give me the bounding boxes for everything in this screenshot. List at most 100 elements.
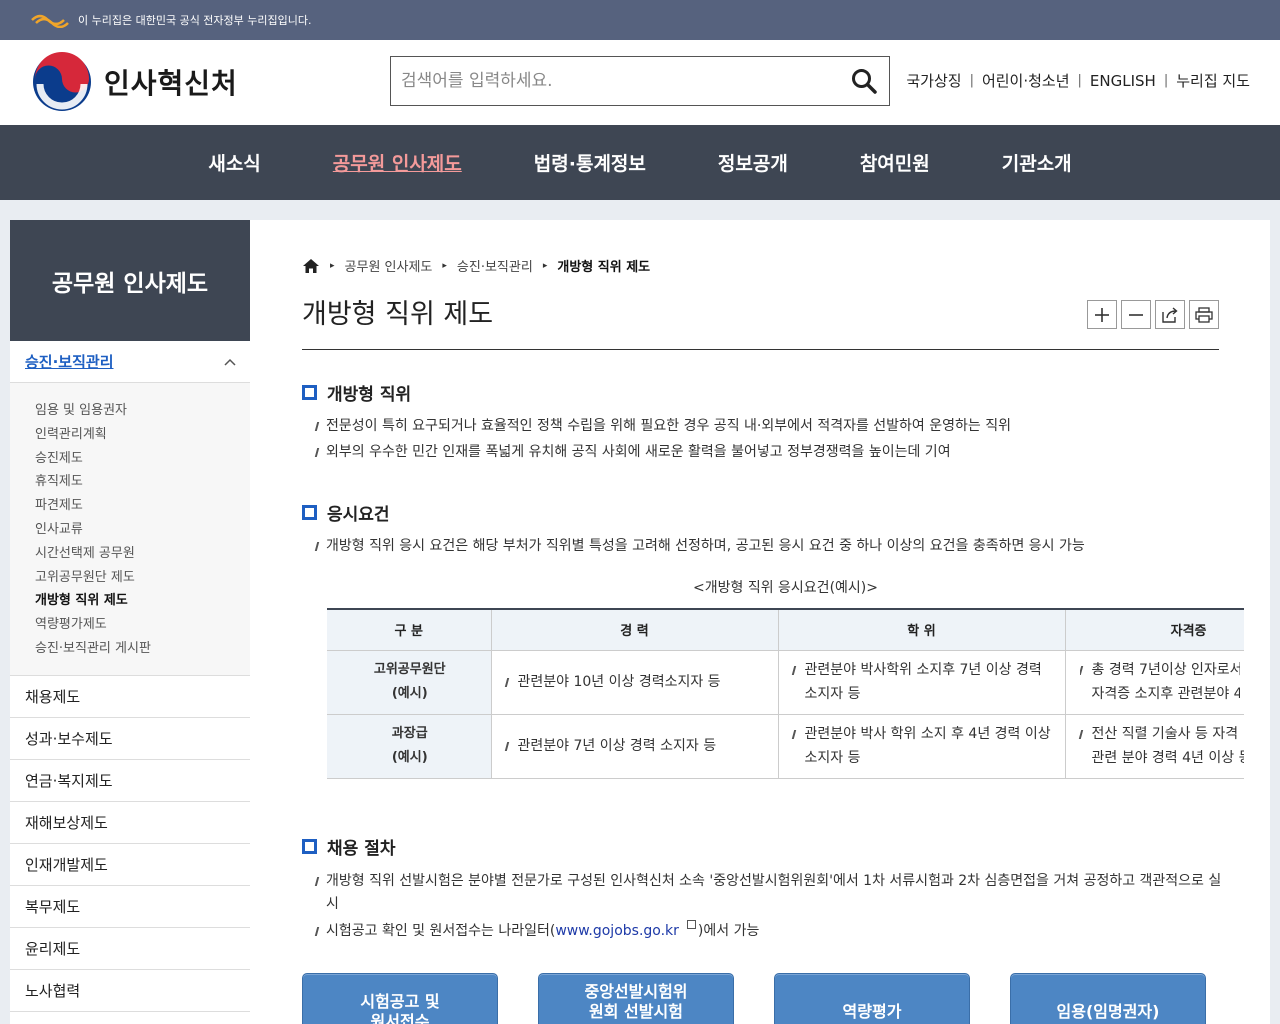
home-icon[interactable] — [302, 258, 320, 274]
table-cell: 관련분야 박사 학위 소지 후 4년 경력 이상 소지자 등 — [778, 714, 1066, 779]
side-nav-item[interactable]: 윤리제도 — [10, 928, 250, 970]
table-row: 고위공무원단 (예시) 관련분야 10년 이상 경력소지자 등 관련분야 박사학위… — [327, 650, 1244, 715]
printer-icon — [1195, 306, 1213, 323]
paragraph: 외부의 우수한 민간 인재를 폭넓게 유치해 공직 사회에 새로운 활력을 불어… — [316, 441, 1226, 464]
divider: | — [1077, 73, 1082, 88]
submenu-item[interactable]: 휴직제도 — [35, 470, 250, 494]
requirements-table-wrapper[interactable]: 구 분 경 력 학 위 자격증 고위공무원단 (예시) 관련분야 10년 이상 경… — [327, 608, 1244, 780]
square-bullet-icon — [302, 839, 317, 854]
util-link-kids[interactable]: 어린이·청소년 — [982, 70, 1070, 91]
nav-law-stats[interactable]: 법령·통계정보 — [534, 149, 646, 176]
process-step: 중앙선발시험위원회 선발시험 — [538, 973, 734, 1024]
utility-links: 국가상징 | 어린이·청소년 | ENGLISH | 누리집 지도 — [906, 70, 1250, 91]
util-link-symbols[interactable]: 국가상징 — [906, 70, 961, 91]
paragraph: 시험공고 확인 및 원서접수는 나라일터(www.gojobs.go.kr )에서… — [316, 920, 1226, 943]
search-button[interactable] — [839, 57, 889, 105]
cell-text: 관련분야 10년 이상 경력소지자 등 — [506, 670, 766, 694]
search-input[interactable] — [391, 71, 839, 91]
main-content: ▸ 공무원 인사제도 ▸ 승진·보직관리 ▸ 개방형 직위 제도 개방형 직위 … — [250, 220, 1270, 1024]
side-nav: 공무원 인사제도 승진·보직관리 임용 및 임용권자 인력관리계획 승진제도 휴… — [10, 220, 250, 1024]
side-nav-item[interactable]: 연금·복지제도 — [10, 760, 250, 802]
cell-text: 전산 직렬 기술사 등 자격 관련 분야 경력 4년 이상 등 — [1080, 722, 1245, 770]
submenu-item[interactable]: 승진·보직관리 게시판 — [35, 637, 250, 661]
divider: | — [1163, 73, 1169, 88]
side-nav-item[interactable]: 채용제도 — [10, 676, 250, 718]
section-heading: 응시요건 — [302, 500, 390, 525]
breadcrumb-item[interactable]: 공무원 인사제도 — [345, 256, 433, 275]
section-heading: 채용 절차 — [302, 834, 395, 859]
taegeuk-icon — [33, 52, 91, 111]
process-steps: 시험공고 및 원서접수 중앙선발시험위원회 선발시험 역량평가 임용(임명권자) — [302, 973, 1206, 1024]
page-tools — [1083, 300, 1219, 329]
nav-news[interactable]: 새소식 — [208, 149, 260, 176]
header: 인사혁신처 국가상징 | 어린이·청소년 | ENGLISH | 누리집 지도 — [0, 40, 1280, 125]
section-heading-text: 채용 절차 — [327, 839, 396, 859]
breadcrumb-item[interactable]: 승진·보직관리 — [457, 256, 533, 275]
submenu-item[interactable]: 승진제도 — [35, 447, 250, 471]
row-label-note: (예시) — [391, 686, 428, 701]
row-label-text: 과장급 — [391, 726, 428, 741]
table-cell: 관련분야 10년 이상 경력소지자 등 — [491, 650, 779, 715]
side-nav-title: 공무원 인사제도 — [10, 220, 250, 341]
paragraph: 전문성이 특히 요구되거나 효율적인 정책 수립을 위해 필요한 경우 공직 내… — [316, 415, 1226, 438]
table-header: 학 위 — [778, 609, 1066, 651]
korea-flag-icon — [30, 12, 70, 28]
process-step: 역량평가 — [774, 973, 970, 1024]
side-nav-submenu: 임용 및 임용권자 인력관리계획 승진제도 휴직제도 파견제도 인사교류 시간선… — [10, 383, 250, 676]
submenu-item[interactable]: 임용 및 임용권자 — [35, 399, 250, 423]
util-link-english[interactable]: ENGLISH — [1090, 72, 1156, 90]
nav-hr-system[interactable]: 공무원 인사제도 — [333, 149, 462, 176]
square-bullet-icon — [302, 505, 317, 520]
global-nav: 새소식 공무원 인사제도 법령·통계정보 정보공개 참여민원 기관소개 — [0, 125, 1280, 200]
gojobs-link[interactable]: www.gojobs.go.kr — [555, 923, 679, 939]
side-nav-item[interactable]: 재해보상제도 — [10, 802, 250, 844]
zoom-in-button[interactable] — [1087, 300, 1117, 329]
table-caption: <개방형 직위 응시요건(예시)> — [693, 580, 878, 596]
submenu-item-active[interactable]: 개방형 직위 제도 — [35, 589, 250, 613]
side-nav-item[interactable]: 노사협력 — [10, 970, 250, 1012]
square-bullet-icon — [302, 385, 317, 400]
table-row-label: 고위공무원단 (예시) — [327, 650, 492, 715]
search-box — [390, 56, 890, 106]
table-cell: 전산 직렬 기술사 등 자격 관련 분야 경력 4년 이상 등 — [1065, 714, 1245, 779]
section-heading-text: 개방형 직위 — [327, 385, 412, 405]
search-icon — [852, 69, 877, 94]
row-label-text: 고위공무원단 — [373, 662, 446, 677]
side-nav-current-section[interactable]: 승진·보직관리 — [10, 341, 250, 383]
cell-text: 관련분야 박사학위 소지후 7년 이상 경력 소지자 등 — [793, 658, 1053, 706]
table-header: 경 력 — [491, 609, 779, 651]
submenu-item[interactable]: 인력관리계획 — [35, 423, 250, 447]
submenu-item[interactable]: 시간선택제 공무원 — [35, 542, 250, 566]
paragraph-text: 시험공고 확인 및 원서접수는 나라일터( — [326, 923, 556, 939]
print-button[interactable] — [1189, 300, 1219, 329]
submenu-item[interactable]: 역량평가제도 — [35, 613, 250, 637]
gov-banner-text: 이 누리집은 대한민국 공식 전자정부 누리집입니다. — [78, 14, 312, 27]
paragraph-text: )에서 가능 — [697, 923, 760, 939]
table-header: 자격증 — [1065, 609, 1244, 651]
zoom-out-button[interactable] — [1121, 300, 1151, 329]
paragraph: 개방형 직위 선발시험은 분야별 전문가로 구성된 인사혁신처 소속 '중앙선발… — [316, 870, 1226, 916]
side-nav-item[interactable]: 성과·보수제도 — [10, 718, 250, 760]
nav-about[interactable]: 기관소개 — [1002, 149, 1072, 176]
nav-info-disclosure[interactable]: 정보공개 — [718, 149, 788, 176]
cell-text: 관련분야 7년 이상 경력 소지자 등 — [506, 734, 766, 758]
side-nav-item[interactable]: 인재개발제도 — [10, 844, 250, 886]
chevron-up-icon — [224, 358, 236, 366]
side-nav-item[interactable]: 복무제도 — [10, 886, 250, 928]
submenu-item[interactable]: 인사교류 — [35, 518, 250, 542]
submenu-item[interactable]: 고위공무원단 제도 — [35, 566, 250, 590]
site-logo[interactable]: 인사혁신처 — [32, 52, 238, 112]
cert-text: 총 경력 7년이상 인자로서 자격증 소지후 관련분야 4년 — [1091, 662, 1240, 702]
breadcrumb-arrow-icon: ▸ — [442, 260, 447, 271]
requirements-table: 구 분 경 력 학 위 자격증 고위공무원단 (예시) 관련분야 10년 이상 경… — [327, 608, 1244, 779]
nav-civil-petition[interactable]: 참여민원 — [860, 149, 930, 176]
logo-text: 인사혁신처 — [104, 67, 238, 100]
side-nav-current-label: 승진·보직관리 — [25, 353, 114, 371]
section-heading-text: 응시요건 — [327, 505, 390, 525]
breadcrumb-arrow-icon: ▸ — [542, 260, 548, 271]
util-link-sitemap[interactable]: 누리집 지도 — [1176, 70, 1250, 91]
cell-text: 총 경력 7년이상 인자로서 자격증 소지후 관련분야 4년 — [1080, 658, 1240, 706]
submenu-item[interactable]: 파견제도 — [35, 494, 250, 518]
share-button[interactable] — [1155, 300, 1185, 329]
paragraph: 개방형 직위 응시 요건은 해당 부처가 직위별 특성을 고려해 선정하며, 공… — [316, 535, 1226, 558]
